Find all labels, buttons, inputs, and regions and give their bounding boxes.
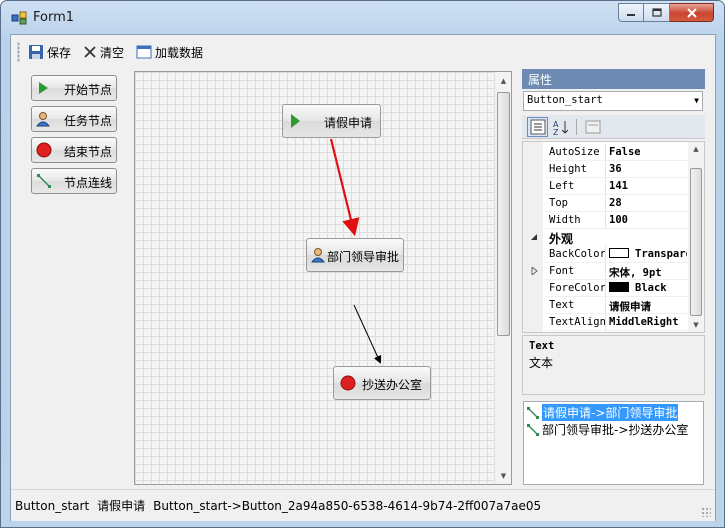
- connector-label: 节点连线: [64, 176, 113, 190]
- toolbar-grip[interactable]: [17, 42, 20, 62]
- save-icon: [29, 45, 43, 59]
- list-item[interactable]: 请假申请->部门领导审批: [524, 404, 703, 421]
- node-palette: 开始节点 任务节点 结束节点 节点连线: [17, 69, 129, 485]
- property-grid-scrollbar[interactable]: ▲ ▼: [688, 142, 704, 332]
- node-dept-approval[interactable]: 部门领导审批: [306, 238, 404, 272]
- sort-az-icon: AZ: [553, 120, 568, 135]
- properties-panel: 属性 Button_start ▼ AZ AutoSize False Heig…: [522, 69, 705, 485]
- status-selected-id: Button_start: [15, 498, 90, 513]
- prop-row[interactable]: BackColor Transparent: [523, 246, 689, 263]
- prop-row[interactable]: Left 141: [523, 178, 689, 195]
- property-description: Text 文本: [522, 335, 705, 395]
- color-swatch: [609, 282, 629, 292]
- status-connection-id: Button_start->Button_2a94a850-6538-4614-…: [153, 498, 542, 513]
- scroll-up-arrow[interactable]: ▲: [495, 72, 511, 89]
- properties-header: 属性: [522, 69, 705, 89]
- save-label: 保存: [47, 45, 72, 60]
- title-bar[interactable]: Form1: [1, 1, 724, 35]
- collapse-triangle-icon[interactable]: [530, 233, 538, 241]
- prop-row[interactable]: AutoSize False: [523, 144, 689, 161]
- prop-row[interactable]: Height 36: [523, 161, 689, 178]
- category-appearance[interactable]: 外观: [523, 229, 689, 246]
- clear-button[interactable]: 清空: [81, 41, 126, 63]
- app-icon: [11, 11, 27, 25]
- main-window: Form1 保存 清空 加载数据 开始节点 任务节点 结束节点 节点连线 请假申…: [0, 0, 725, 528]
- user-icon: [36, 112, 50, 127]
- description-title: Text: [529, 340, 555, 352]
- flow-canvas[interactable]: 请假申请 部门领导审批 抄送办公室 ▲ ▼: [134, 71, 512, 485]
- maximize-button[interactable]: [644, 3, 670, 22]
- prop-row[interactable]: Top 28: [523, 195, 689, 212]
- prop-row[interactable]: Font 宋体, 9pt: [523, 263, 689, 280]
- window-form-icon: [136, 45, 152, 59]
- categorized-icon: [530, 119, 545, 134]
- window-title: Form1: [33, 10, 75, 25]
- play-triangle-icon: [291, 114, 300, 128]
- dropdown-arrow-icon[interactable]: ▼: [694, 96, 699, 105]
- prop-row[interactable]: Text 请假申请: [523, 297, 689, 314]
- node-cc-office[interactable]: 抄送办公室: [333, 366, 431, 400]
- expand-triangle-icon[interactable]: [531, 267, 538, 275]
- client-area: 保存 清空 加载数据 开始节点 任务节点 结束节点 节点连线 请假申请 部门领导…: [10, 34, 716, 521]
- user-icon: [311, 248, 325, 263]
- load-data-button[interactable]: 加载数据: [134, 41, 205, 63]
- load-data-label: 加载数据: [155, 45, 204, 60]
- scroll-thumb[interactable]: [497, 92, 510, 336]
- edge-dept-approval-to-cc-office[interactable]: [353, 304, 382, 364]
- stop-circle-icon: [36, 142, 52, 158]
- task-node-label: 任务节点: [64, 114, 113, 128]
- close-button[interactable]: [670, 3, 714, 22]
- connector-line-icon: [37, 174, 51, 188]
- canvas-scrollbar[interactable]: ▲ ▼: [494, 72, 511, 484]
- clear-label: 清空: [100, 45, 125, 60]
- node-dept-approval-label: 部门领导审批: [326, 250, 399, 264]
- property-grid[interactable]: AutoSize False Height 36 Left 141 Top 28…: [522, 141, 705, 333]
- start-node-label: 开始节点: [64, 83, 113, 97]
- property-toolbar: AZ: [522, 115, 705, 139]
- node-cc-office-label: 抄送办公室: [361, 378, 422, 392]
- play-triangle-icon: [39, 82, 48, 94]
- resize-grip[interactable]: [701, 507, 711, 517]
- end-node-label: 结束节点: [64, 145, 113, 159]
- maximize-icon: [651, 8, 662, 17]
- status-selected-text: 请假申请: [97, 499, 146, 513]
- node-leave-request-label: 请假申请: [323, 116, 372, 130]
- minimize-button[interactable]: [618, 3, 644, 22]
- prop-row[interactable]: Width 100: [523, 212, 689, 229]
- edge-leave-request-to-dept-approval[interactable]: [329, 138, 360, 237]
- start-node-button[interactable]: 开始节点: [31, 75, 117, 101]
- connection-list[interactable]: 请假申请->部门领导审批 部门领导审批->抄送办公室: [523, 401, 704, 485]
- scroll-down-arrow[interactable]: ▼: [495, 467, 511, 484]
- color-swatch: [609, 248, 629, 258]
- minimize-icon: [627, 13, 635, 16]
- object-selector-value: Button_start: [527, 94, 603, 106]
- property-pages-button[interactable]: [582, 117, 603, 137]
- clear-x-icon: [84, 46, 96, 58]
- toolbar: 保存 清空 加载数据: [11, 35, 715, 69]
- end-node-button[interactable]: 结束节点: [31, 137, 117, 163]
- save-button[interactable]: 保存: [26, 41, 73, 63]
- status-bar: Button_start 请假申请 Button_start->Button_2…: [11, 489, 715, 521]
- svg-text:Z: Z: [553, 128, 559, 135]
- connector-line-icon: [527, 406, 539, 419]
- connector-line-icon: [527, 423, 539, 436]
- prop-row[interactable]: ForeColor Black: [523, 280, 689, 297]
- list-item[interactable]: 部门领导审批->抄送办公室: [524, 421, 703, 438]
- connector-button[interactable]: 节点连线: [31, 168, 117, 194]
- alphabetical-view-button[interactable]: AZ: [550, 117, 571, 137]
- node-leave-request[interactable]: 请假申请: [282, 104, 381, 138]
- description-text: 文本: [529, 356, 554, 370]
- object-selector[interactable]: Button_start ▼: [523, 91, 703, 111]
- categorized-view-button[interactable]: [527, 116, 548, 137]
- close-icon: [686, 7, 697, 18]
- property-pages-icon: [585, 120, 600, 133]
- prop-row[interactable]: TextAlign MiddleRight: [523, 314, 689, 331]
- task-node-button[interactable]: 任务节点: [31, 106, 117, 132]
- stop-circle-icon: [340, 375, 356, 391]
